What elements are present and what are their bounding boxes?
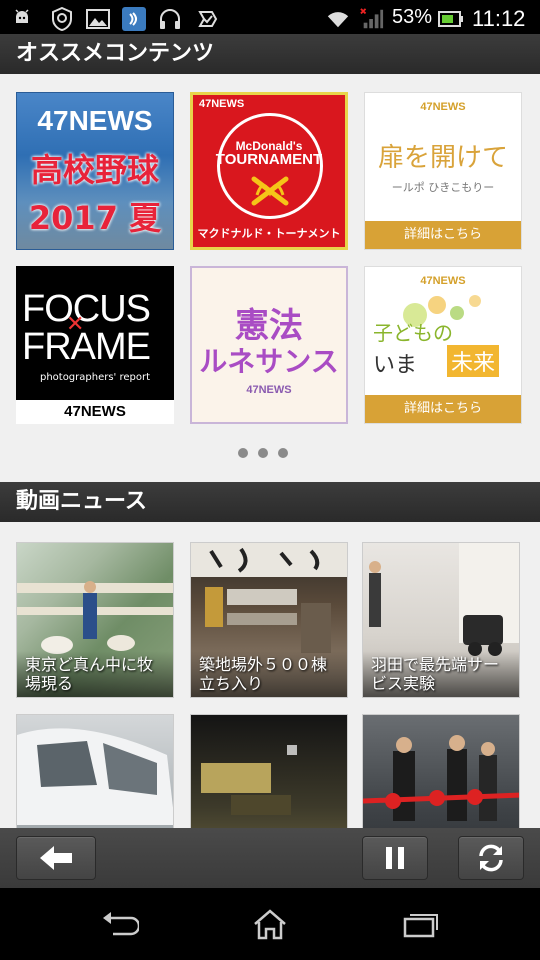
video-caption: 築地場外５００棟立ち入り — [191, 651, 347, 697]
carousel-page-dots[interactable] — [238, 448, 288, 458]
back-button[interactable] — [16, 836, 96, 880]
promo-tile-mcdonalds[interactable]: 47NEWS McDonald's TOURNAMENT マクドナルド・トーナメ… — [190, 92, 348, 250]
pause-icon — [386, 847, 404, 869]
promo-tile-focus-frame[interactable]: FOCUS ✕ FRAME photographers' report 47NE… — [16, 266, 174, 424]
details-button[interactable]: 詳細はこちら — [365, 221, 521, 249]
tile-highlight: 未来 — [447, 345, 500, 377]
shield-icon — [50, 7, 74, 31]
refresh-icon — [479, 844, 503, 872]
bats-icon — [251, 176, 289, 206]
promo-tile-tobira[interactable]: 47NEWS 扉を開けて ールポ ひきこもりー 詳細はこちら — [364, 92, 522, 250]
check-icon — [196, 7, 220, 31]
page-dot[interactable] — [238, 448, 248, 458]
tile-title: 子どもの — [373, 321, 453, 345]
back-icon — [103, 912, 139, 936]
nav-recent-apps-button[interactable] — [400, 906, 440, 942]
video-thumbnail[interactable] — [362, 714, 520, 828]
video-thumbnail[interactable] — [190, 714, 348, 828]
video-thumbnail[interactable]: 羽田で最先端サービス実験 — [362, 542, 520, 698]
tile-caption: マクドナルド・トーナメント — [197, 227, 341, 240]
video-thumbnail[interactable] — [16, 714, 174, 828]
tile-subtitle: TOURNAMENT — [215, 151, 323, 168]
clock: 11:12 — [472, 6, 526, 31]
tile-subtitle: 2017 夏 — [28, 199, 162, 237]
tile-title-2: FRAME — [22, 326, 151, 368]
tile-brand: 47NEWS — [420, 275, 466, 287]
video-news-section-title: 動画ニュース — [0, 482, 540, 522]
tile-title: FOCUS — [22, 288, 151, 330]
tile-title: 扉を開けて — [377, 143, 508, 173]
recommended-section-title: オススメコンテンツ — [0, 34, 540, 74]
tile-brand: 47NEWS — [16, 400, 174, 424]
status-bar: 53% 11:12 — [0, 0, 540, 38]
recent-apps-icon — [403, 914, 438, 938]
video-image — [17, 728, 173, 825]
tile-brand: 47NEWS — [420, 101, 466, 113]
tile-subtitle: ールポ ひきこもりー — [391, 181, 495, 194]
video-thumbnail[interactable]: 築地場外５００棟立ち入り — [190, 542, 348, 698]
promo-tile-koushien[interactable]: 47NEWS 高校野球 2017 夏 — [16, 92, 174, 250]
tile-subtitle: photographers' report — [39, 372, 151, 383]
pause-button[interactable] — [362, 836, 428, 880]
details-button[interactable]: 詳細はこちら — [365, 395, 521, 423]
refresh-button[interactable] — [458, 836, 524, 880]
wifi-icon — [326, 7, 350, 31]
tile-brand: 47NEWS — [246, 384, 292, 396]
promo-tile-kodomo[interactable]: 47NEWS 子どもの いま 未来 詳細はこちら — [364, 266, 522, 424]
nav-back-button[interactable] — [100, 906, 140, 942]
bottom-toolbar — [0, 828, 540, 888]
signal-icon — [360, 7, 384, 31]
video-caption: 羽田で最先端サービス実験 — [363, 651, 519, 697]
video-caption: 東京ど真ん中に牧場現る — [17, 651, 173, 697]
arrow-left-icon — [40, 846, 72, 870]
page-dot[interactable] — [258, 448, 268, 458]
image-icon — [86, 7, 110, 31]
tile-brand: 47NEWS — [37, 105, 153, 136]
battery-percent: 53% — [392, 6, 433, 28]
content-area[interactable]: 47NEWS 高校野球 2017 夏 47NEWS McDonald's TOU… — [0, 74, 540, 828]
video-image — [363, 735, 519, 821]
video-thumbnail[interactable]: 東京ど真ん中に牧場現る — [16, 542, 174, 698]
headphones-icon — [158, 7, 182, 31]
android-debug-icon — [10, 7, 34, 31]
battery-icon — [438, 7, 464, 31]
tile-subtitle: いま — [373, 353, 418, 378]
system-nav-bar — [0, 888, 540, 960]
nfc-icon — [122, 7, 146, 31]
tile-brand: 47NEWS — [199, 98, 245, 110]
page-dot[interactable] — [278, 448, 288, 458]
tile-title: 高校野球 — [30, 151, 159, 189]
promo-tile-kenpo[interactable]: 憲法 ルネサンス 47NEWS — [190, 266, 348, 424]
home-icon — [254, 909, 286, 940]
nav-home-button[interactable] — [250, 906, 290, 942]
video-image — [201, 745, 297, 815]
tile-subtitle: ルネサンス — [199, 345, 339, 378]
